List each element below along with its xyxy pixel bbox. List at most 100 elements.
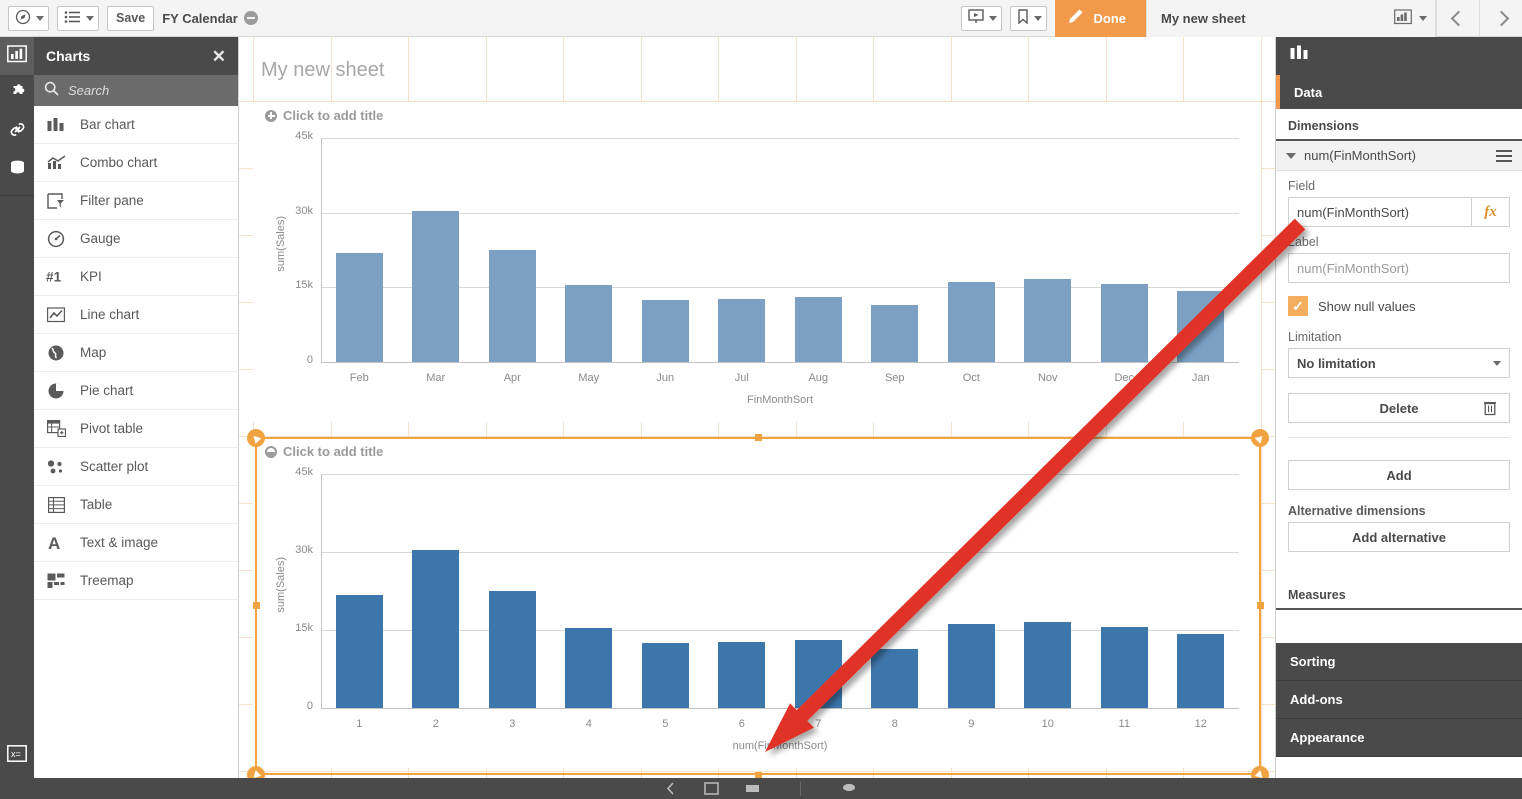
step-icon[interactable] (745, 782, 760, 795)
rail-item-charts[interactable] (0, 37, 34, 75)
chart-object-top[interactable]: Click to add title sum(Sales) 0 15k 30k 45k F… (253, 102, 1261, 422)
bar[interactable] (1177, 290, 1225, 362)
x-axis-tick[interactable]: Jan (1163, 372, 1240, 384)
x-axis-tick[interactable]: 7 (780, 718, 857, 730)
bar-chart-plot-bottom[interactable]: sum(Sales) 0 15k 30k 45k 1 2 3 4 5 6 7 8 9 10 11 12 num(F… (253, 460, 1261, 766)
x-axis-tick[interactable]: Feb (321, 372, 398, 384)
bar[interactable] (565, 285, 613, 362)
limitation-select[interactable]: No limitation (1288, 348, 1510, 378)
chart-type-bar-chart[interactable]: Bar chart (34, 106, 238, 144)
bar[interactable] (488, 250, 536, 362)
x-axis-tick[interactable]: 2 (398, 718, 475, 730)
x-axis-tick[interactable]: Oct (933, 372, 1010, 384)
bar[interactable] (1024, 279, 1072, 362)
triangle-down-icon[interactable] (1286, 152, 1296, 159)
bar[interactable] (565, 627, 613, 708)
checkbox-checked-icon[interactable]: ✓ (1288, 296, 1308, 316)
expression-editor-button[interactable]: fx (1472, 197, 1510, 227)
x-axis-tick[interactable]: Aug (780, 372, 857, 384)
dimension-row[interactable]: num(FinMonthSort) (1276, 141, 1522, 171)
resize-handle-top[interactable] (755, 434, 762, 441)
bar[interactable] (871, 648, 919, 708)
chart-type-gauge[interactable]: Gauge (34, 220, 238, 258)
bar[interactable] (641, 643, 689, 708)
x-axis-tick[interactable]: Dec (1086, 372, 1163, 384)
bar[interactable] (412, 550, 460, 708)
lasso-icon[interactable] (841, 782, 857, 795)
x-axis-tick[interactable]: Sep (857, 372, 934, 384)
bar[interactable] (1100, 284, 1148, 362)
charts-search-bar[interactable] (34, 75, 238, 106)
rail-item-fields[interactable] (0, 151, 34, 189)
rail-item-variables[interactable]: x= (0, 737, 34, 775)
x-axis-tick[interactable]: 1 (321, 718, 398, 730)
save-button[interactable]: Save (107, 5, 155, 31)
resize-handle-right[interactable] (1257, 602, 1264, 609)
bar[interactable] (947, 281, 995, 362)
chart-type-kpi[interactable]: #1 KPI (34, 258, 238, 296)
chart-type-combo-chart[interactable]: Combo chart (34, 144, 238, 182)
x-axis-tick[interactable]: Nov (1010, 372, 1087, 384)
x-axis-tick[interactable]: 4 (551, 718, 628, 730)
x-axis-tick[interactable]: 3 (474, 718, 551, 730)
tab-add-ons[interactable]: Add-ons (1276, 681, 1522, 719)
rail-item-master-items[interactable] (0, 113, 34, 151)
done-button[interactable]: Done (1054, 0, 1146, 37)
x-axis-tick[interactable]: 5 (627, 718, 704, 730)
x-axis-tick[interactable]: Apr (474, 372, 551, 384)
bar[interactable] (488, 591, 536, 708)
bar[interactable] (947, 624, 995, 708)
selection-box-icon[interactable] (704, 782, 719, 795)
bar[interactable] (794, 640, 842, 708)
resize-handle-top-right[interactable] (1251, 429, 1269, 447)
resize-handle-left[interactable] (253, 602, 260, 609)
chart-type-scatter-plot[interactable]: Scatter plot (34, 448, 238, 486)
chart-type-map[interactable]: Map (34, 334, 238, 372)
resize-handle-bottom-right[interactable] (1251, 766, 1269, 778)
rail-item-custom-objects[interactable] (0, 75, 34, 113)
navigation-menu-button[interactable] (8, 5, 49, 31)
label-input[interactable] (1288, 253, 1510, 283)
x-axis-tick[interactable]: Jul (704, 372, 781, 384)
chart-type-text-image[interactable]: A Text & image (34, 524, 238, 562)
x-axis-tick[interactable]: 11 (1086, 718, 1163, 730)
bar[interactable] (1024, 621, 1072, 708)
resize-handle-bottom-left[interactable] (247, 766, 265, 778)
storytelling-button[interactable] (960, 5, 1002, 31)
x-axis-tick[interactable]: May (551, 372, 628, 384)
x-axis-tick[interactable]: Jun (627, 372, 704, 384)
sheets-menu-button[interactable] (57, 5, 99, 31)
chart-title-placeholder-top[interactable]: Click to add title (253, 102, 1261, 125)
sheet-name-field[interactable]: My new sheet (1146, 0, 1436, 37)
add-dimension-button[interactable]: Add (1288, 460, 1510, 490)
x-axis-tick[interactable]: Mar (398, 372, 475, 384)
x-axis-tick[interactable]: 10 (1010, 718, 1087, 730)
bar[interactable] (335, 253, 383, 362)
add-alternative-button[interactable]: Add alternative (1288, 522, 1510, 552)
bar[interactable] (718, 298, 766, 362)
bookmark-button[interactable] (1009, 5, 1047, 31)
x-axis-tick[interactable]: 9 (933, 718, 1010, 730)
hamburger-icon[interactable] (1496, 149, 1512, 162)
field-input[interactable] (1288, 197, 1472, 227)
bar-chart-plot-top[interactable]: sum(Sales) 0 15k 30k 45k Feb Mar Apr May Jun Jul Au… (253, 124, 1261, 420)
tab-sorting[interactable]: Sorting (1276, 643, 1522, 681)
bar[interactable] (1100, 626, 1148, 708)
tab-appearance[interactable]: Appearance (1276, 719, 1522, 757)
tab-data[interactable]: Data (1276, 75, 1522, 109)
search-input[interactable] (68, 83, 208, 98)
bar[interactable] (794, 297, 842, 362)
chart-type-pivot-table[interactable]: Pivot table (34, 410, 238, 448)
bar[interactable] (871, 305, 919, 362)
bar[interactable] (718, 641, 766, 708)
delete-dimension-button[interactable]: Delete (1288, 393, 1510, 423)
chart-type-table[interactable]: Table (34, 486, 238, 524)
next-sheet-button[interactable] (1479, 0, 1522, 37)
x-axis-tick[interactable]: 6 (704, 718, 781, 730)
x-axis-tick[interactable]: 12 (1163, 718, 1240, 730)
close-icon[interactable]: ✕ (212, 48, 226, 65)
bar[interactable] (1177, 633, 1225, 708)
resize-handle-top-left[interactable] (247, 429, 265, 447)
chart-object-bottom[interactable]: Click to add title sum(Sales) 0 15k 30k 45k 1… (253, 438, 1261, 768)
x-axis-tick[interactable]: 8 (857, 718, 934, 730)
